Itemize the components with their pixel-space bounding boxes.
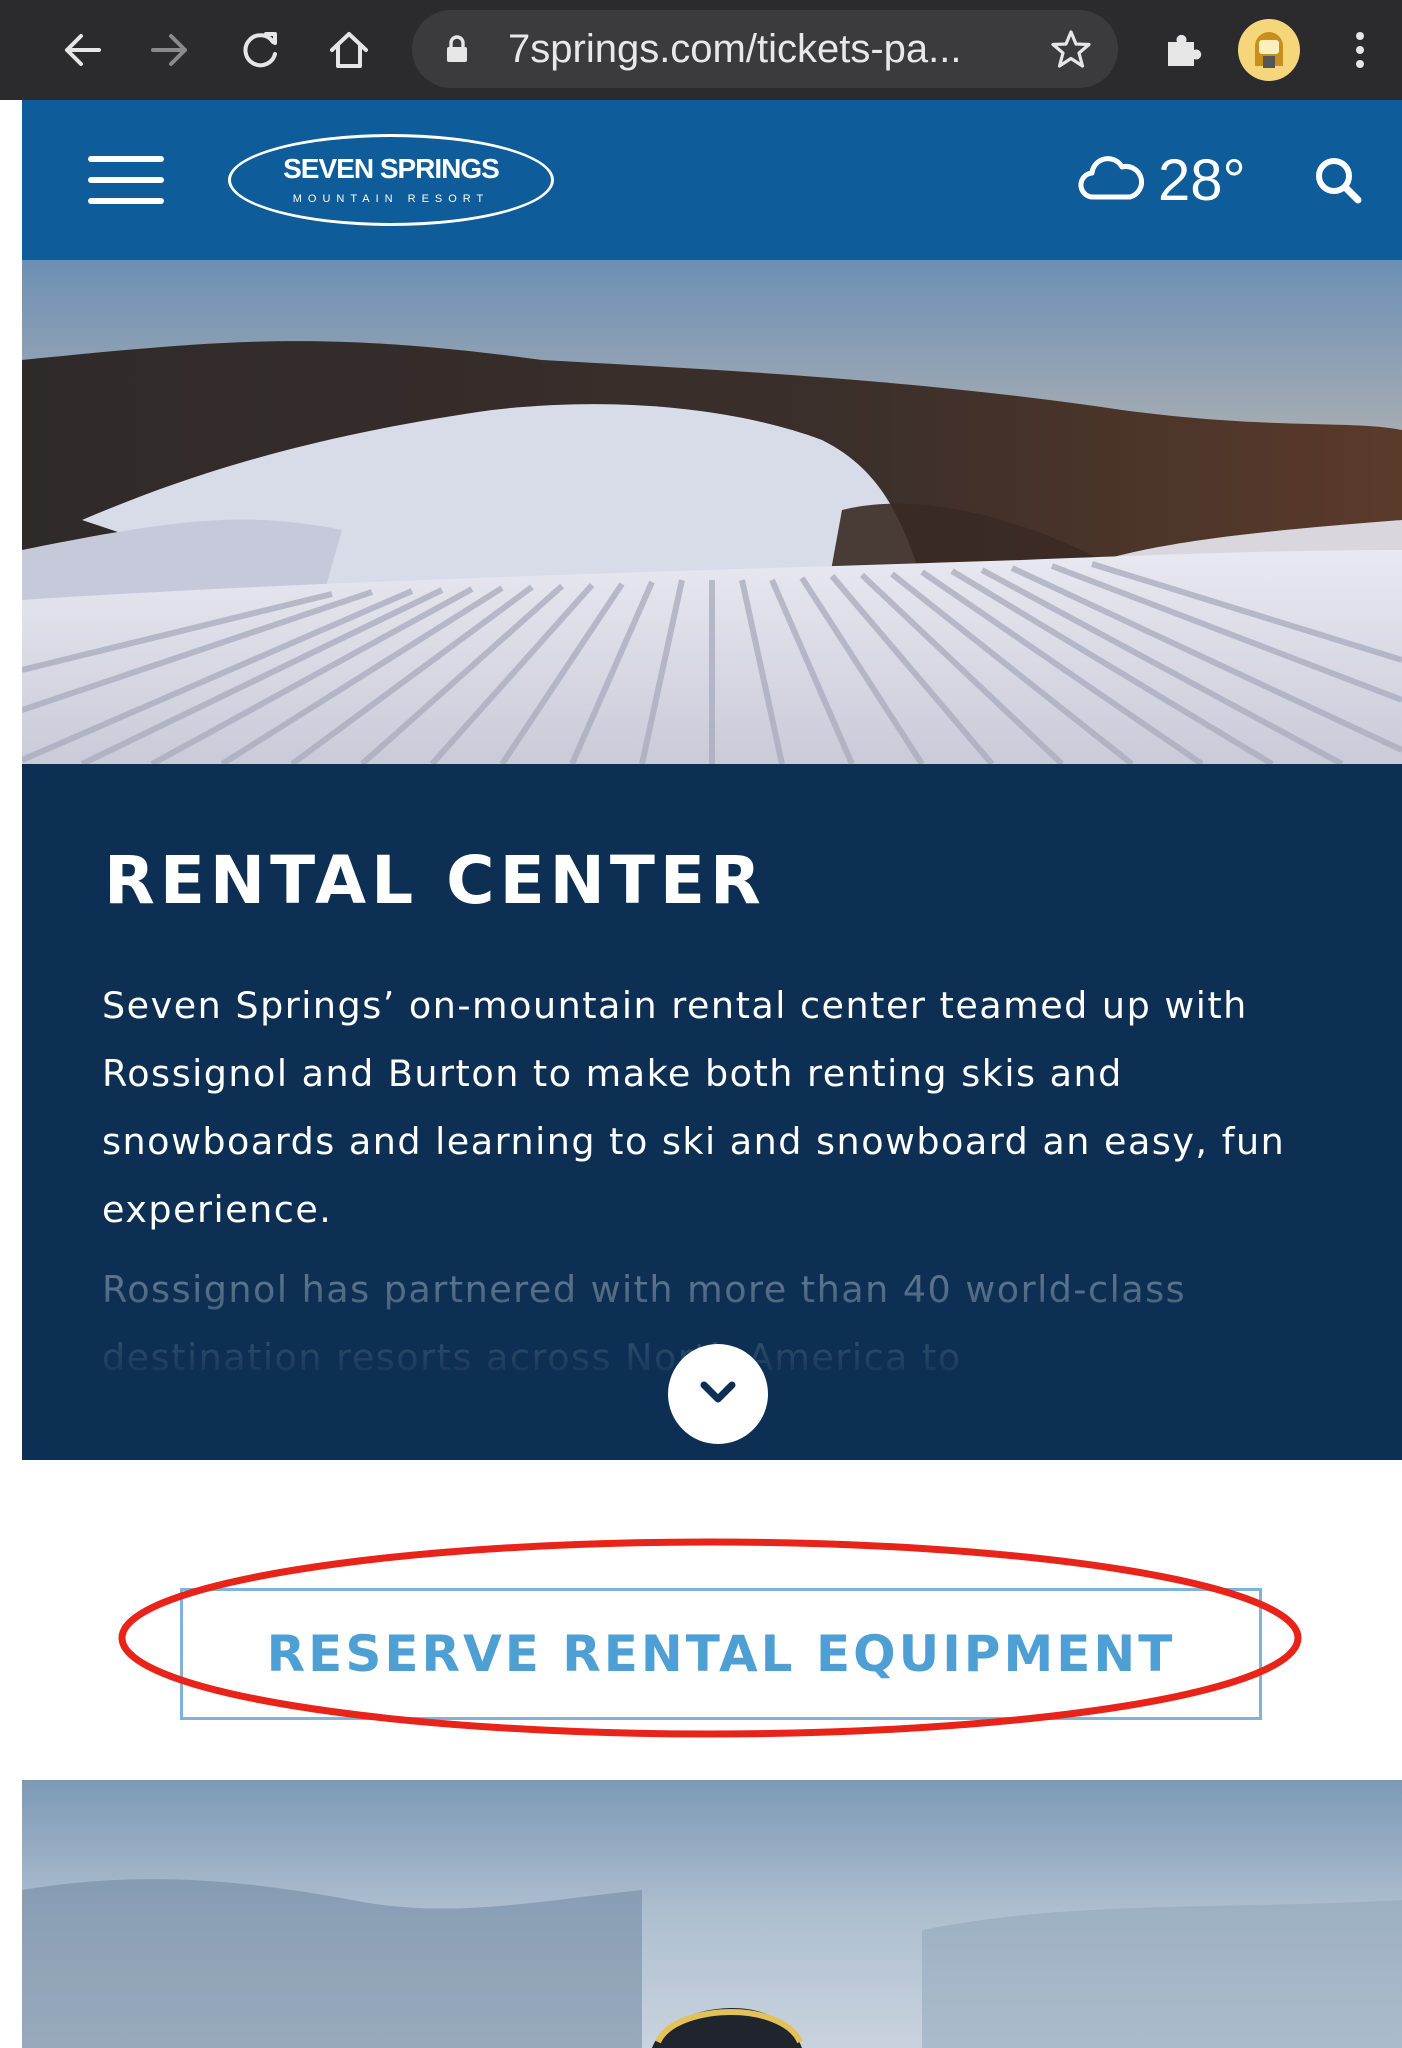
browser-toolbar: 7springs.com/tickets-pa... [0, 0, 1402, 100]
cloud-icon [1078, 153, 1144, 207]
kebab-menu-icon[interactable] [1340, 0, 1380, 100]
url-text: 7springs.com/tickets-pa... [508, 27, 962, 71]
lock-icon [444, 10, 470, 88]
address-bar[interactable]: 7springs.com/tickets-pa... [412, 10, 1118, 88]
profile-avatar-icon[interactable] [1234, 0, 1304, 100]
seven-springs-logo[interactable]: SEVEN SPRINGS MOUNTAIN RESORT [228, 134, 554, 226]
snow-scene-photo [22, 1780, 1402, 2048]
home-icon[interactable] [318, 0, 380, 100]
expand-text-button[interactable] [668, 1344, 768, 1444]
reload-icon[interactable] [230, 0, 290, 100]
section-title: RENTAL CENTER [104, 842, 766, 919]
chevron-down-icon [699, 1379, 737, 1409]
hero-ski-slope-photo [22, 260, 1402, 764]
hamburger-menu-icon[interactable] [88, 156, 164, 204]
section-intro-text: Seven Springs’ on-mountain rental center… [102, 984, 1286, 1231]
forward-arrow-icon[interactable] [140, 0, 200, 100]
back-arrow-icon[interactable] [52, 0, 112, 100]
temperature: 28° [1158, 147, 1246, 213]
reserve-button-label: RESERVE RENTAL EQUIPMENT [266, 1625, 1176, 1683]
reserve-area: RESERVE RENTAL EQUIPMENT [22, 1460, 1402, 1780]
weather-widget[interactable]: 28° [1078, 100, 1246, 260]
reserve-rental-equipment-button[interactable]: RESERVE RENTAL EQUIPMENT [180, 1588, 1262, 1720]
site-header: SEVEN SPRINGS MOUNTAIN RESORT 28° [22, 100, 1402, 260]
rental-center-section: RENTAL CENTER Seven Springs’ on-mountain… [22, 764, 1402, 1460]
extensions-puzzle-icon[interactable] [1150, 0, 1214, 100]
logo-wordmark: SEVEN SPRINGS [283, 153, 500, 184]
logo-tagline: MOUNTAIN RESORT [292, 193, 490, 205]
web-page: SEVEN SPRINGS MOUNTAIN RESORT 28° RENTAL… [22, 100, 1402, 2048]
search-icon[interactable] [1312, 100, 1364, 260]
bookmark-star-icon[interactable] [1050, 10, 1092, 88]
